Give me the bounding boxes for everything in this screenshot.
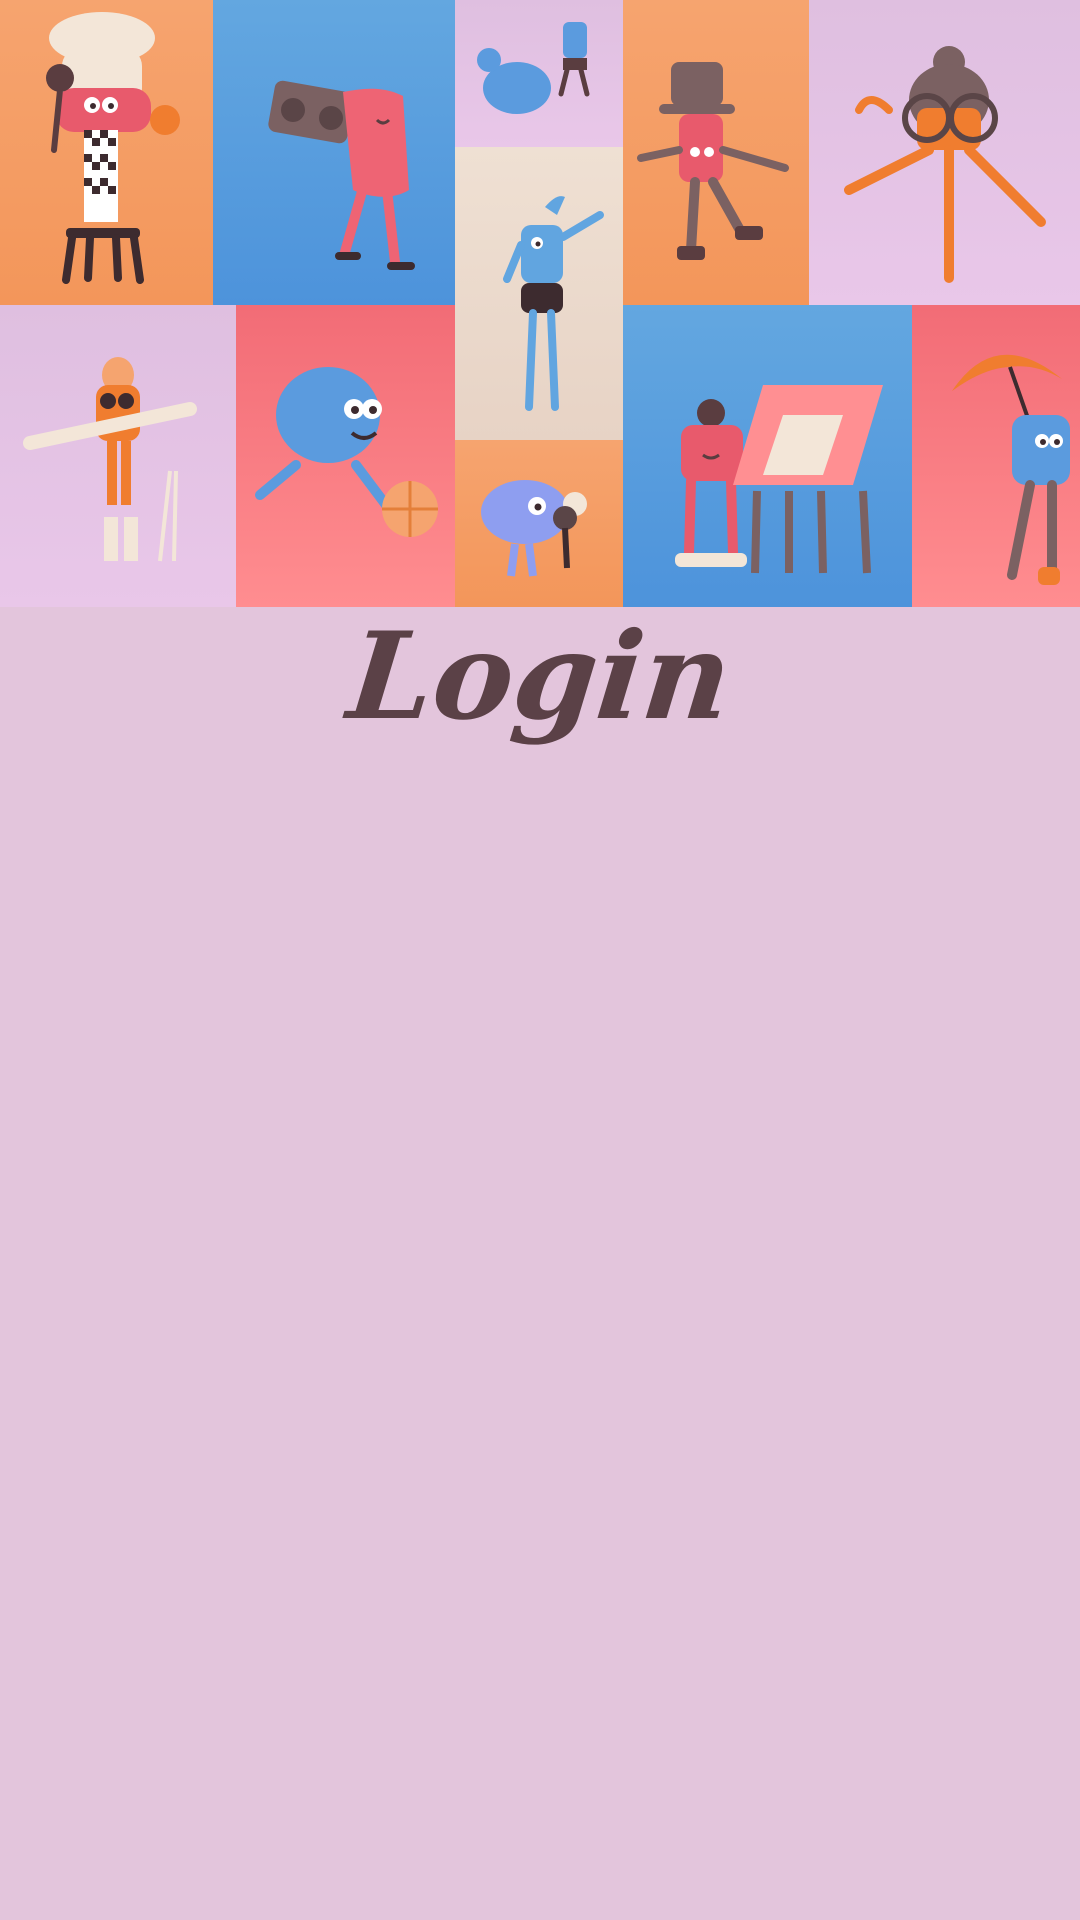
artist-easel-illustration bbox=[675, 385, 883, 574]
chef-character-tile bbox=[0, 0, 213, 305]
umbrella-character-illustration bbox=[952, 354, 1070, 585]
skier-character-tile bbox=[0, 305, 236, 607]
skier-character-illustration bbox=[23, 357, 197, 562]
umbrella-character-tile bbox=[912, 305, 1080, 607]
dog-walker-illustration bbox=[477, 22, 590, 114]
basketball-player-illustration bbox=[255, 367, 438, 537]
dog-walker-tile bbox=[455, 0, 623, 147]
glasses-dancer-tile bbox=[809, 0, 1080, 305]
artist-easel-tile bbox=[623, 305, 912, 607]
roller-skater-tile bbox=[623, 0, 809, 305]
boombox-character-illustration bbox=[268, 80, 415, 270]
dancer-character-tile bbox=[455, 147, 623, 440]
boombox-character-tile bbox=[213, 0, 455, 305]
chef-character-illustration bbox=[46, 12, 180, 284]
dancer-character-illustration bbox=[503, 196, 604, 411]
page-title: Login bbox=[342, 606, 739, 747]
bird-ice-cream-illustration bbox=[481, 480, 587, 577]
bird-ice-cream-tile bbox=[455, 440, 623, 607]
roller-skater-illustration bbox=[637, 62, 789, 260]
glasses-dancer-illustration bbox=[844, 46, 1046, 283]
header-illustration-mosaic bbox=[0, 0, 1080, 607]
basketball-player-tile bbox=[236, 305, 455, 607]
